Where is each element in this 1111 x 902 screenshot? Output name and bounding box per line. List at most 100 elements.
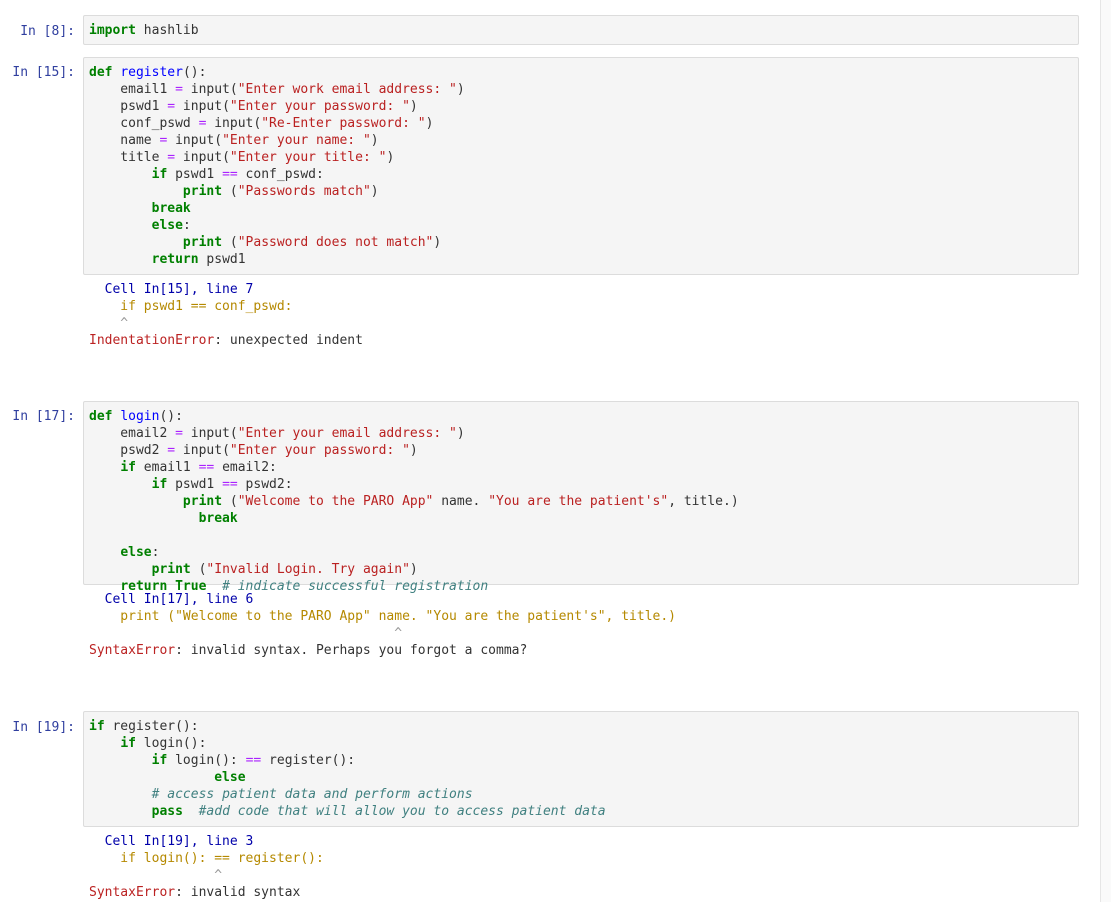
- code-line: conf_pswd = input("Re-Enter password: "): [89, 115, 1073, 132]
- code-token: "Enter work email address: ": [237, 82, 457, 97]
- cell-prompt: In [17]:: [12, 409, 75, 424]
- output-line: if login(): == register():: [89, 850, 1079, 867]
- code-token: pswd2:: [237, 477, 293, 492]
- error-output: Cell In[19], line 3 if login(): == regis…: [89, 833, 1079, 901]
- code-token: pswd1: [89, 99, 168, 114]
- code-token: ): [433, 235, 442, 250]
- code-line: if pswd1 == pswd2:: [89, 476, 1073, 493]
- code-token: if: [89, 719, 105, 734]
- code-line: print ("Welcome to the PARO App" name. "…: [89, 493, 1073, 510]
- code-token: #add code that will allow you to access …: [198, 804, 606, 819]
- code-token: pass: [151, 804, 183, 819]
- code-line: return pswd1: [89, 251, 1073, 268]
- code-token: ): [409, 443, 418, 458]
- code-token: print: [182, 494, 223, 509]
- code-token: email2:: [214, 460, 277, 475]
- code-token: Cell In[17], line 6: [89, 592, 254, 607]
- code-token: pswd1: [167, 167, 223, 182]
- scrollbar[interactable]: [1100, 0, 1111, 902]
- code-line: if login():: [89, 735, 1073, 752]
- code-token: ==: [222, 167, 238, 182]
- code-token: IndentationError: [89, 333, 215, 348]
- code-token: "Invalid Login. Try again": [206, 562, 410, 577]
- code-token: if: [120, 736, 136, 751]
- code-token: pswd2: [89, 443, 168, 458]
- code-input[interactable]: def register(): email1 = input("Enter wo…: [83, 57, 1079, 275]
- code-input[interactable]: def login(): email2 = input("Enter your …: [83, 401, 1079, 594]
- code-token: Cell In[19], line 3: [89, 834, 254, 849]
- code-token: =: [175, 426, 183, 441]
- code-token: "Enter your name: ": [222, 133, 371, 148]
- code-token: ^: [89, 316, 129, 331]
- code-token: : invalid syntax. Perhaps you forgot a c…: [175, 643, 528, 658]
- code-token: ): [409, 562, 418, 577]
- code-token: pswd1: [198, 252, 246, 267]
- code-token: if login(): == register():: [89, 851, 324, 866]
- code-token: ): [370, 133, 379, 148]
- code-token: if pswd1 == conf_pswd:: [89, 299, 293, 314]
- code-token: :: [151, 545, 160, 560]
- code-token: "You are the patient's": [488, 494, 669, 509]
- code-token: email2: [89, 426, 176, 441]
- cell-prompt: In [8]:: [20, 24, 75, 39]
- code-token: input(: [167, 133, 223, 148]
- code-token: else: [120, 545, 152, 560]
- code-token: ():: [159, 409, 183, 424]
- code-token: hashlib: [135, 23, 199, 38]
- code-token: conf_pswd:: [237, 167, 324, 182]
- code-token: login: [120, 409, 160, 424]
- code-token: SyntaxError: [89, 885, 176, 900]
- code-token: def: [89, 65, 113, 80]
- code-line: if pswd1 == conf_pswd:: [89, 166, 1073, 183]
- code-token: "Passwords match": [237, 184, 371, 199]
- code-token: else: [214, 770, 246, 785]
- code-line: if register():: [89, 718, 1073, 735]
- code-input[interactable]: if register(): if login(): if login(): =…: [83, 711, 1079, 827]
- code-token: :: [182, 218, 191, 233]
- code-token: ): [386, 150, 395, 165]
- code-token: break: [198, 511, 238, 526]
- output-line: Cell In[19], line 3: [89, 833, 1079, 850]
- code-token: input(: [175, 150, 230, 165]
- code-input[interactable]: import hashlib: [83, 15, 1079, 45]
- code-line: else: [89, 769, 1073, 786]
- code-line: if login(): == register():: [89, 752, 1073, 769]
- code-token: ^: [89, 626, 403, 641]
- code-line: # access patient data and perform action…: [89, 786, 1073, 803]
- code-line: print ("Password does not match"): [89, 234, 1073, 251]
- code-token: title: [89, 150, 168, 165]
- code-token: "Enter your password: ": [229, 443, 410, 458]
- code-token: "Enter your email address: ": [237, 426, 457, 441]
- code-token: ): [456, 82, 465, 97]
- code-token: register():: [261, 753, 356, 768]
- code-token: ==: [198, 460, 215, 475]
- code-token: ): [409, 99, 418, 114]
- code-token: conf_pswd: [89, 116, 199, 131]
- code-line: title = input("Enter your title: "): [89, 149, 1073, 166]
- code-token: name.: [433, 494, 489, 509]
- output-line: ^: [89, 315, 1079, 332]
- code-token: , title.): [668, 494, 739, 509]
- output-line: Cell In[17], line 6: [89, 591, 1079, 608]
- code-token: register():: [104, 719, 199, 734]
- code-line: else:: [89, 217, 1073, 234]
- code-token: =: [175, 82, 183, 97]
- code-token: "Welcome to the PARO App": [237, 494, 434, 509]
- code-line: name = input("Enter your name: "): [89, 132, 1073, 149]
- code-token: if: [151, 167, 168, 182]
- code-token: login():: [135, 736, 207, 751]
- code-token: print: [182, 235, 223, 250]
- output-line: SyntaxError: invalid syntax: [89, 884, 1079, 901]
- output-line: IndentationError: unexpected indent: [89, 332, 1079, 349]
- code-line: else:: [89, 544, 1073, 561]
- code-token: : invalid syntax: [175, 885, 301, 900]
